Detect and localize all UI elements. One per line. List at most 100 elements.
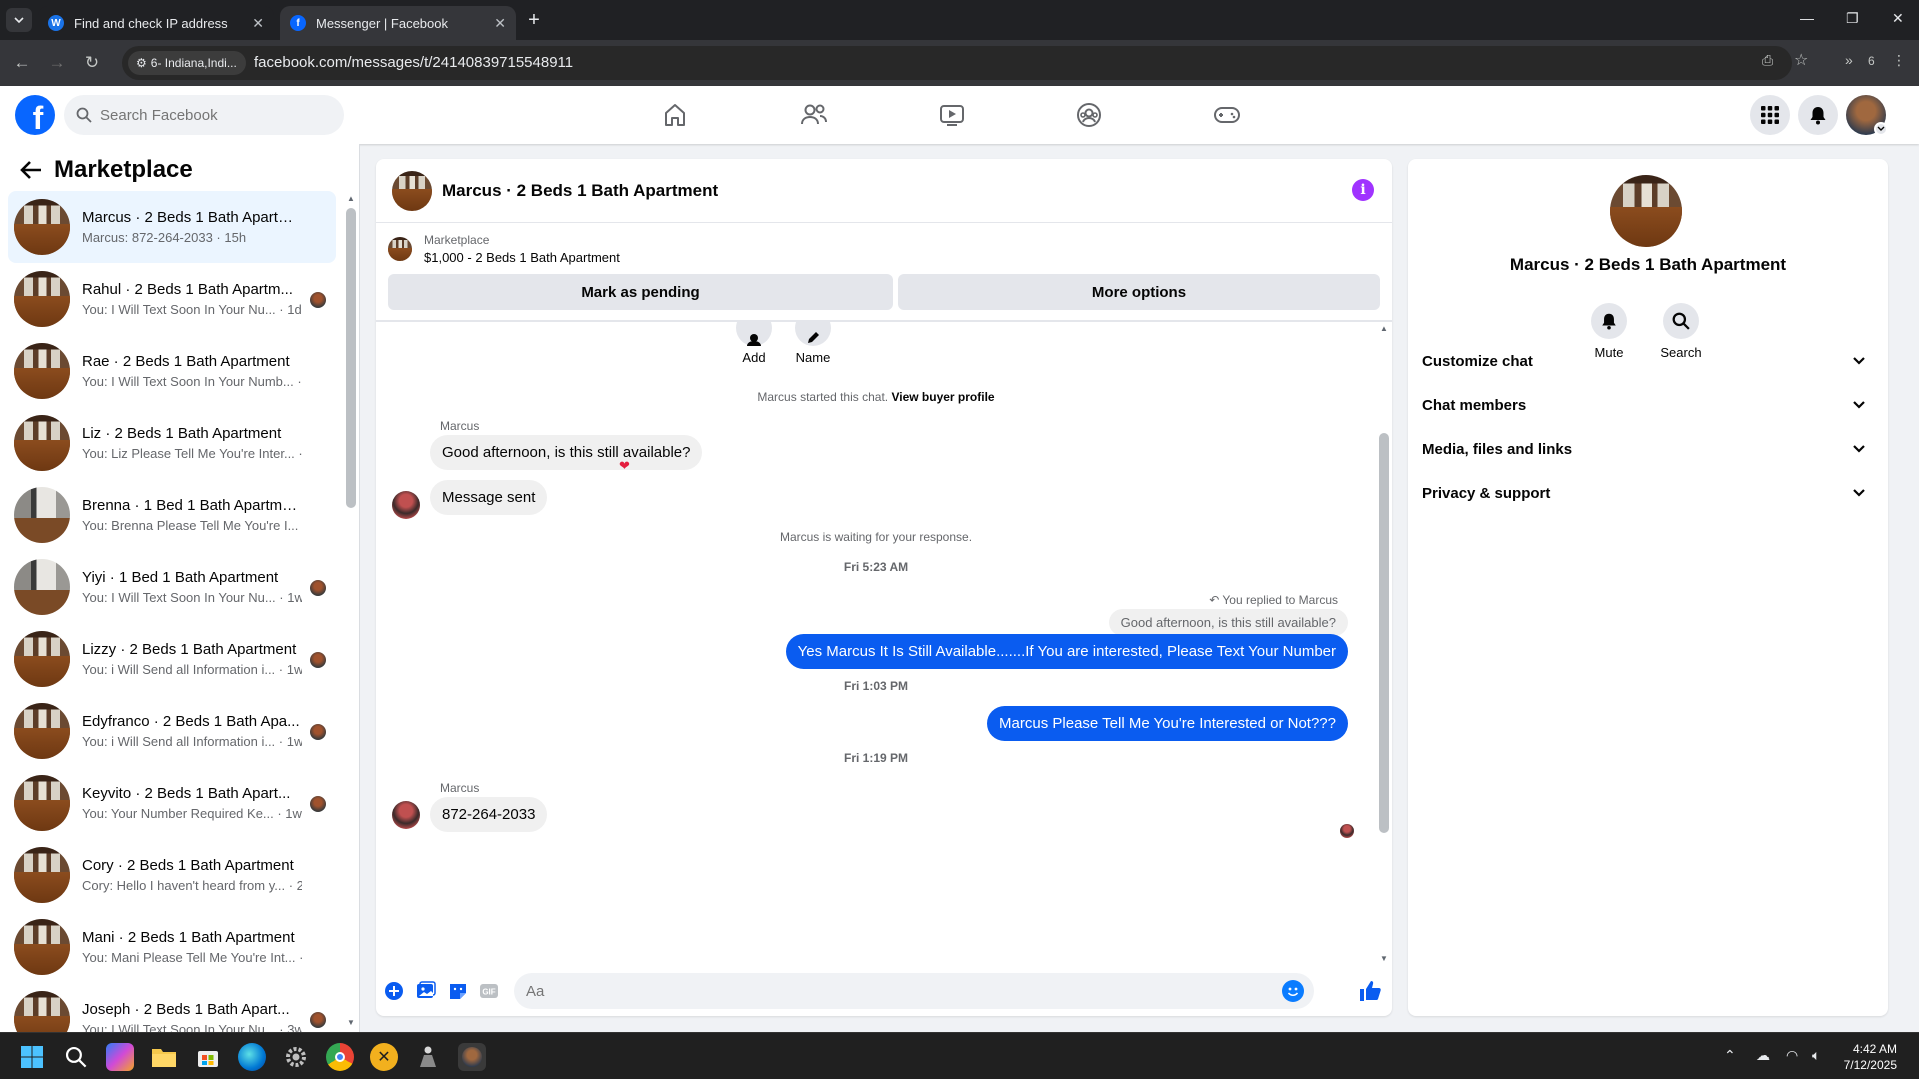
close-window-icon[interactable]: ✕ xyxy=(1892,10,1904,27)
new-tab-button[interactable]: + xyxy=(522,8,546,32)
plus-circle-icon[interactable] xyxy=(384,981,404,1001)
tab-search-dropdown[interactable] xyxy=(6,8,32,32)
video-icon[interactable] xyxy=(937,100,967,130)
conversation-item[interactable]: Lizzy · 2 Beds 1 Bath Apartment You: i Wi… xyxy=(8,623,336,695)
message-input-box[interactable] xyxy=(514,973,1314,1009)
microsoft-store-icon[interactable] xyxy=(194,1043,222,1071)
chat-scrollbar[interactable]: ▲ ▼ xyxy=(1376,322,1392,967)
conversation-item[interactable]: Edyfranco · 2 Beds 1 Bath Apa... You: i W… xyxy=(8,695,336,767)
back-arrow-icon[interactable] xyxy=(20,160,42,180)
conversation-item[interactable]: Rae · 2 Beds 1 Bath Apartment You: I Will… xyxy=(8,335,336,407)
active-chrome-profile-icon[interactable] xyxy=(458,1043,486,1071)
sender-avatar[interactable] xyxy=(392,491,420,519)
message-input[interactable] xyxy=(526,982,1226,1000)
cloud-offline-icon[interactable]: ☁ xyxy=(1756,1047,1770,1064)
more-options-button[interactable]: More options xyxy=(898,274,1380,310)
conversation-item[interactable]: Marcus · 2 Beds 1 Bath Apartment Marcus: … xyxy=(8,191,336,263)
restore-icon[interactable]: ❐ xyxy=(1846,10,1859,27)
reply-quote[interactable]: Good afternoon, is this still available? xyxy=(1108,609,1348,636)
conversation-item[interactable]: Keyvito · 2 Beds 1 Bath Apart... You: You… xyxy=(8,767,336,839)
site-info-chip[interactable]: ⚙ 6- Indiana,Indi... xyxy=(128,51,246,75)
friends-icon[interactable] xyxy=(799,100,829,130)
chat-scroll-thumb[interactable] xyxy=(1379,433,1389,833)
extensions-count[interactable]: 6 xyxy=(1868,54,1875,68)
emoji-icon[interactable] xyxy=(1282,980,1304,1002)
outgoing-message[interactable]: Marcus Please Tell Me You're Interested … xyxy=(987,706,1348,741)
facebook-logo-icon[interactable]: f xyxy=(15,95,55,135)
facebook-search[interactable] xyxy=(64,95,344,135)
install-app-icon[interactable]: ⎙ xyxy=(1762,52,1773,69)
browser-tab-ip[interactable]: W Find and check IP address ✕ xyxy=(38,6,274,40)
tray-overflow-icon[interactable]: ⌃ xyxy=(1724,1047,1736,1064)
section-media-files-links[interactable]: Media, files and links xyxy=(1422,429,1872,469)
conversation-item[interactable]: Mani · 2 Beds 1 Bath Apartment You: Mani … xyxy=(8,911,336,983)
minimize-icon[interactable]: — xyxy=(1800,10,1814,26)
scroll-down-icon[interactable]: ▼ xyxy=(1380,954,1388,963)
sender-avatar[interactable] xyxy=(392,801,420,829)
system-clock[interactable]: 4:42 AM 7/12/2025 xyxy=(1844,1041,1897,1073)
incoming-message[interactable]: Good afternoon, is this still available? xyxy=(430,435,703,470)
browser-tab-messenger[interactable]: f Messenger | Facebook ✕ xyxy=(280,6,516,40)
add-contact-button[interactable]: Add xyxy=(724,322,784,365)
conversation-avatar xyxy=(14,775,70,831)
file-explorer-icon[interactable] xyxy=(150,1043,178,1071)
extensions-overflow-icon[interactable]: » xyxy=(1845,52,1853,68)
browser-menu-icon[interactable]: ⋮ xyxy=(1892,52,1906,69)
scroll-up-icon[interactable]: ▲ xyxy=(347,194,355,203)
gif-icon[interactable]: GIF xyxy=(479,981,499,1001)
chrome-browser-icon[interactable] xyxy=(326,1043,354,1071)
close-tab-icon[interactable]: ✕ xyxy=(252,15,264,32)
thumbs-up-icon[interactable] xyxy=(1358,979,1382,1003)
scroll-down-icon[interactable]: ▼ xyxy=(347,1018,355,1027)
windows-start-icon[interactable] xyxy=(18,1043,46,1071)
wifi-icon[interactable]: ◠ xyxy=(1786,1047,1798,1064)
conversation-item[interactable]: Yiyi · 1 Bed 1 Bath Apartment You: I Will… xyxy=(8,551,336,623)
facebook-search-input[interactable] xyxy=(100,106,320,124)
volume-icon[interactable]: 🔈︎ xyxy=(1812,1047,1820,1064)
conversation-item[interactable]: Cory · 2 Beds 1 Bath Apartment Cory: Hell… xyxy=(8,839,336,911)
gaming-icon[interactable] xyxy=(1212,100,1242,130)
address-bar[interactable]: ⚙ 6- Indiana,Indi... facebook.com/messag… xyxy=(122,46,1792,80)
section-customize-chat[interactable]: Customize chat xyxy=(1422,341,1872,381)
listing-summary[interactable]: Marketplace $1,000 - 2 Beds 1 Bath Apart… xyxy=(388,233,620,265)
chat-avatar[interactable] xyxy=(392,170,432,211)
settings-gear-icon[interactable] xyxy=(282,1043,310,1071)
menu-grid-icon[interactable] xyxy=(1750,95,1790,135)
edge-browser-icon[interactable] xyxy=(238,1043,266,1071)
heart-reaction-icon[interactable]: ❤ xyxy=(619,458,630,474)
groups-icon[interactable] xyxy=(1074,100,1104,130)
conversation-text: Mani · 2 Beds 1 Bath Apartment You: Mani … xyxy=(82,929,302,965)
conversation-item[interactable]: Joseph · 2 Beds 1 Bath Apart... You: I Wi… xyxy=(8,983,336,1032)
search-icon[interactable] xyxy=(62,1043,90,1071)
conversation-scrollbar[interactable] xyxy=(346,208,356,508)
section-privacy-support[interactable]: Privacy & support xyxy=(1422,473,1872,513)
url-text[interactable]: facebook.com/messages/t/2414083971554891… xyxy=(254,54,573,71)
conversation-item[interactable]: Rahul · 2 Beds 1 Bath Apartm... You: I Wi… xyxy=(8,263,336,335)
sticker-icon[interactable] xyxy=(448,981,468,1001)
chat-title[interactable]: Marcus · 2 Beds 1 Bath Apartment xyxy=(442,181,718,201)
conversation-item[interactable]: Brenna · 1 Bed 1 Bath Apartment You: Bren… xyxy=(8,479,336,551)
info-icon[interactable]: i xyxy=(1352,179,1374,201)
incoming-message[interactable]: 872-264-2033 xyxy=(430,797,548,832)
mark-as-pending-button[interactable]: Mark as pending xyxy=(388,274,893,310)
contact-avatar[interactable] xyxy=(1610,175,1682,247)
reload-icon[interactable]: ↻ xyxy=(80,51,104,75)
forward-arrow-icon[interactable]: → xyxy=(45,51,69,75)
app-x-icon[interactable]: ✕ xyxy=(370,1043,398,1071)
back-arrow-icon[interactable]: ← xyxy=(10,51,34,75)
scroll-up-icon[interactable]: ▲ xyxy=(1380,324,1388,333)
bookmark-star-icon[interactable]: ☆ xyxy=(1794,50,1808,70)
copilot-icon[interactable] xyxy=(106,1043,134,1071)
app-figure-icon[interactable] xyxy=(414,1043,442,1071)
conversation-item[interactable]: Liz · 2 Beds 1 Bath Apartment You: Liz Pl… xyxy=(8,407,336,479)
section-chat-members[interactable]: Chat members xyxy=(1422,385,1872,425)
photo-icon[interactable] xyxy=(416,981,436,1001)
view-buyer-profile-link[interactable]: View buyer profile xyxy=(891,390,994,404)
incoming-message[interactable]: Message sent xyxy=(430,480,548,515)
notifications-bell-icon[interactable] xyxy=(1798,95,1838,135)
home-icon[interactable] xyxy=(660,100,690,130)
outgoing-message[interactable]: Yes Marcus It Is Still Available.......I… xyxy=(785,634,1348,669)
close-tab-icon[interactable]: ✕ xyxy=(494,15,506,32)
name-button[interactable]: Name xyxy=(783,322,843,365)
account-chevron-icon[interactable] xyxy=(1874,122,1888,136)
